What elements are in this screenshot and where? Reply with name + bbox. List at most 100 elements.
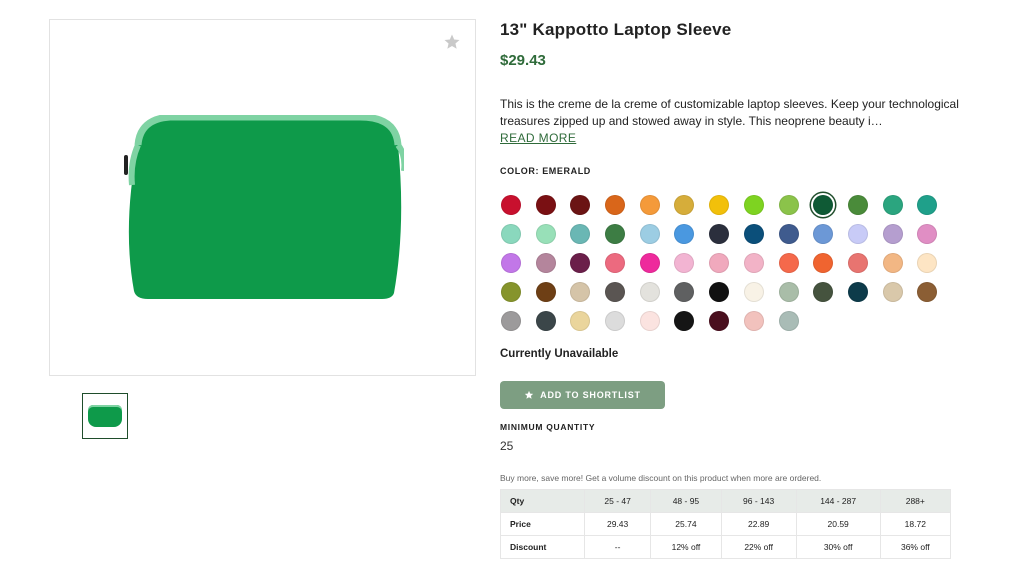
- color-swatch[interactable]: [674, 224, 695, 244]
- table-row-label: Price: [500, 512, 585, 536]
- color-swatch[interactable]: [535, 224, 556, 244]
- color-swatch[interactable]: [639, 195, 660, 215]
- color-swatch[interactable]: [709, 253, 730, 273]
- color-swatch[interactable]: [709, 311, 730, 331]
- table-cell: 288+: [879, 489, 952, 513]
- color-swatch[interactable]: [639, 282, 660, 302]
- color-swatch[interactable]: [570, 195, 591, 215]
- minimum-quantity-value: 25: [500, 439, 514, 453]
- color-swatch[interactable]: [813, 282, 834, 302]
- product-image-frame: [49, 19, 476, 376]
- color-swatch[interactable]: [570, 282, 591, 302]
- product-price: $29.43: [500, 52, 546, 69]
- volume-pricing-table: Qty 25 - 47 48 - 95 96 - 143 144 - 287 288+ Pr…: [500, 489, 952, 559]
- color-swatch[interactable]: [847, 195, 868, 215]
- star-icon: [525, 390, 534, 399]
- color-swatch[interactable]: [709, 224, 730, 244]
- table-cell: 18.72: [879, 512, 952, 536]
- color-swatch[interactable]: [535, 195, 556, 215]
- color-swatch[interactable]: [743, 311, 764, 331]
- color-swatch[interactable]: [674, 253, 695, 273]
- thumbnail-selected[interactable]: [82, 393, 128, 439]
- color-swatch[interactable]: [743, 282, 764, 302]
- add-to-shortlist-button[interactable]: ADD TO SHORTLIST: [500, 381, 665, 409]
- color-swatch[interactable]: [570, 224, 591, 244]
- color-swatch[interactable]: [743, 195, 764, 215]
- color-swatch[interactable]: [917, 195, 938, 215]
- favorite-star-icon[interactable]: [443, 33, 461, 51]
- color-swatch[interactable]: [778, 253, 799, 273]
- minimum-quantity-label: MINIMUM QUANTITY: [500, 422, 596, 432]
- color-swatch[interactable]: [570, 311, 591, 331]
- color-swatch[interactable]: [674, 282, 695, 302]
- color-swatch[interactable]: [639, 224, 660, 244]
- table-cell: 29.43: [583, 512, 652, 536]
- table-row: Qty 25 - 47 48 - 95 96 - 143 144 - 287 288+: [500, 489, 952, 513]
- color-swatches: [501, 195, 941, 331]
- table-cell: 30% off: [795, 535, 881, 559]
- table-cell: 20.59: [795, 512, 881, 536]
- table-cell: 22.89: [720, 512, 797, 536]
- color-swatch[interactable]: [743, 253, 764, 273]
- color-swatch[interactable]: [535, 282, 556, 302]
- color-swatch[interactable]: [605, 224, 626, 244]
- color-label: COLOR: EMERALD: [500, 166, 591, 176]
- color-swatch[interactable]: [882, 282, 903, 302]
- product-title: 13" Kappotto Laptop Sleeve: [500, 20, 732, 39]
- color-swatch[interactable]: [674, 311, 695, 331]
- color-swatch[interactable]: [709, 195, 730, 215]
- color-swatch[interactable]: [882, 195, 903, 215]
- thumbnail-image: [88, 405, 122, 427]
- color-swatch[interactable]: [917, 253, 938, 273]
- volume-discount-note: Buy more, save more! Get a volume discou…: [500, 473, 822, 483]
- color-swatch[interactable]: [605, 253, 626, 273]
- color-swatch[interactable]: [535, 253, 556, 273]
- table-row-label: Qty: [500, 489, 585, 513]
- table-row-label: Discount: [500, 535, 585, 559]
- table-cell: 22% off: [720, 535, 797, 559]
- color-swatch[interactable]: [778, 311, 799, 331]
- color-swatch[interactable]: [501, 224, 521, 244]
- color-swatch[interactable]: [917, 282, 938, 302]
- color-swatch[interactable]: [813, 224, 834, 244]
- color-swatch[interactable]: [847, 282, 868, 302]
- table-cell: --: [583, 535, 652, 559]
- color-swatch[interactable]: [501, 195, 521, 215]
- color-swatch[interactable]: [882, 224, 903, 244]
- color-swatch[interactable]: [778, 224, 799, 244]
- color-swatch[interactable]: [639, 311, 660, 331]
- table-cell: 25.74: [650, 512, 722, 536]
- color-swatch[interactable]: [605, 311, 626, 331]
- color-swatch[interactable]: [501, 282, 521, 302]
- product-description: This is the creme de la creme of customi…: [500, 96, 960, 130]
- availability-status: Currently Unavailable: [500, 348, 619, 360]
- color-swatch[interactable]: [639, 253, 660, 273]
- color-swatch[interactable]: [778, 195, 799, 215]
- color-swatch[interactable]: [917, 224, 938, 244]
- color-swatch[interactable]: [743, 224, 764, 244]
- color-swatch[interactable]: [882, 253, 903, 273]
- color-swatch[interactable]: [674, 195, 695, 215]
- table-cell: 144 - 287: [795, 489, 881, 513]
- color-swatch[interactable]: [535, 311, 556, 331]
- product-image: [124, 115, 404, 299]
- color-swatch[interactable]: [847, 253, 868, 273]
- color-swatch[interactable]: [847, 224, 868, 244]
- color-swatch[interactable]: [605, 195, 626, 215]
- table-cell: 96 - 143: [720, 489, 797, 513]
- color-swatch[interactable]: [570, 253, 591, 273]
- table-cell: 48 - 95: [650, 489, 722, 513]
- color-swatch[interactable]: [778, 282, 799, 302]
- table-cell: 12% off: [650, 535, 722, 559]
- color-swatch[interactable]: [501, 311, 521, 331]
- table-cell: 36% off: [879, 535, 952, 559]
- shortlist-label: ADD TO SHORTLIST: [540, 390, 641, 400]
- table-cell: 25 - 47: [583, 489, 652, 513]
- color-swatch[interactable]: [709, 282, 730, 302]
- description-text: This is the creme de la creme of customi…: [500, 97, 959, 128]
- color-swatch[interactable]: [813, 195, 834, 215]
- color-swatch[interactable]: [813, 253, 834, 273]
- color-swatch[interactable]: [605, 282, 626, 302]
- read-more-link[interactable]: READ MORE: [500, 131, 576, 145]
- color-swatch[interactable]: [501, 253, 521, 273]
